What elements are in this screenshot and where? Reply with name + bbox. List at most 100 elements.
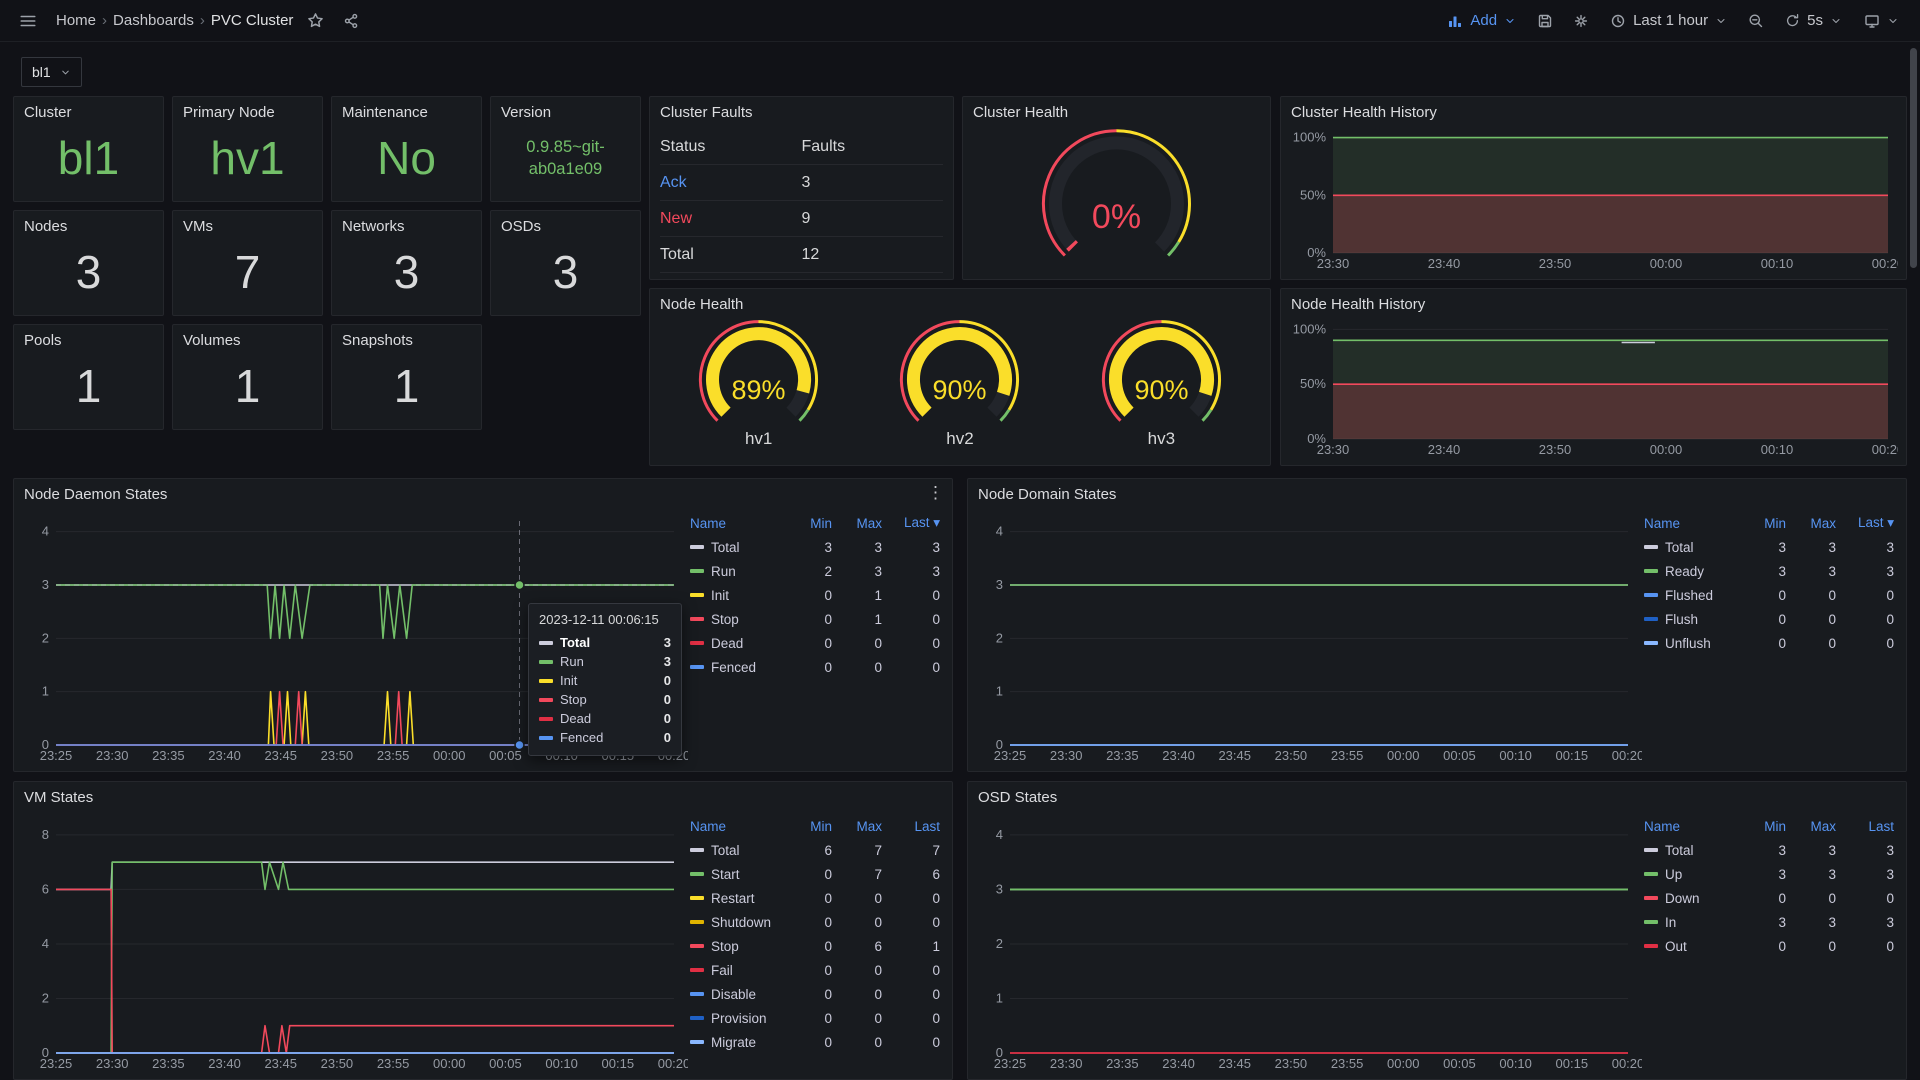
star-icon[interactable] (301, 7, 329, 35)
legend-series[interactable]: Disable000 (690, 982, 944, 1006)
svg-text:00:10: 00:10 (545, 1056, 578, 1071)
add-label: Add (1470, 12, 1497, 29)
panel-title[interactable]: Node Daemon States (24, 486, 167, 503)
legend-series[interactable]: Flushed000 (1644, 583, 1898, 607)
legend-series[interactable]: Stop061 (690, 934, 944, 958)
panel-title[interactable]: Node Health History (1291, 296, 1425, 313)
legend-series[interactable]: Migrate000 (690, 1030, 944, 1054)
svg-text:23:50: 23:50 (1275, 748, 1308, 763)
panel-title[interactable]: OSD States (978, 789, 1057, 806)
panel-vms: VMs 7 (172, 210, 323, 316)
panel-menu-icon[interactable]: ⋮ (927, 483, 944, 503)
legend-series[interactable]: Start076 (690, 862, 944, 886)
legend-series[interactable]: Fail000 (690, 958, 944, 982)
legend-series[interactable]: Flush000 (1644, 607, 1898, 631)
breadcrumb-dashboards[interactable]: Dashboards (113, 12, 194, 29)
legend-series[interactable]: Shutdown000 (690, 910, 944, 934)
svg-text:23:50: 23:50 (1539, 256, 1572, 271)
panel-pools: Pools 1 (13, 324, 164, 430)
gear-icon[interactable] (1567, 7, 1595, 35)
share-icon[interactable] (337, 7, 365, 35)
svg-text:23:30: 23:30 (1050, 1056, 1083, 1071)
legend-series[interactable]: Run233 (690, 559, 944, 583)
dashboard-canvas: bl1 Cluster bl1 Primary Node hv1 Mainten… (0, 0, 1920, 1080)
faults-row: Ack3 (660, 165, 943, 201)
scrollbar[interactable] (1910, 48, 1917, 268)
svg-text:4: 4 (42, 936, 49, 951)
cluster-health-history-chart[interactable]: 0%50%100%23:3023:4023:5000:0000:1000:20 (1289, 125, 1898, 273)
panel-title[interactable]: Node Health (660, 296, 743, 313)
legend-header: NameMinMaxLast ▾ (690, 511, 944, 535)
svg-text:2: 2 (996, 630, 1003, 645)
panel-title[interactable]: Node Domain States (978, 486, 1116, 503)
menu-icon[interactable] (14, 7, 42, 35)
svg-text:23:40: 23:40 (1428, 256, 1461, 271)
save-icon[interactable] (1531, 7, 1559, 35)
breadcrumb-home[interactable]: Home (56, 12, 96, 29)
breadcrumb: Home › Dashboards › PVC Cluster (56, 12, 293, 29)
legend-series[interactable]: Up333 (1644, 862, 1898, 886)
svg-text:50%: 50% (1300, 376, 1326, 391)
variable-selector[interactable]: bl1 (21, 57, 82, 87)
breadcrumb-current[interactable]: PVC Cluster (211, 12, 294, 29)
legend-series[interactable]: Init010 (690, 583, 944, 607)
node-health-history-chart[interactable]: 0%50%100%23:3023:4023:5000:0000:1000:20 (1289, 317, 1898, 459)
svg-text:89%: 89% (731, 375, 785, 405)
clock-icon (1610, 13, 1626, 29)
svg-text:00:05: 00:05 (489, 1056, 522, 1071)
panel-node-health: Node Health 89% hv1 90% hv2 90% hv3 (649, 288, 1271, 466)
top-navbar: Home › Dashboards › PVC Cluster Add (0, 0, 1920, 42)
panel-cluster-health: Cluster Health 0% (962, 96, 1271, 280)
chart-svg: 0246823:2523:3023:3523:4023:4523:5023:55… (20, 816, 688, 1073)
add-dropdown[interactable]: Add (1440, 6, 1523, 36)
svg-text:23:30: 23:30 (96, 1056, 129, 1071)
legend-series[interactable]: Total333 (1644, 838, 1898, 862)
svg-text:23:40: 23:40 (208, 1056, 241, 1071)
svg-text:3: 3 (996, 577, 1003, 592)
legend-series[interactable]: Provision000 (690, 1006, 944, 1030)
chart-tooltip: 2023-12-11 00:06:15Total3Run3Init0Stop0D… (528, 603, 682, 756)
tooltip-row: Fenced0 (539, 728, 671, 747)
legend-series[interactable]: Restart000 (690, 886, 944, 910)
panel-maintenance: Maintenance No (331, 96, 482, 202)
panel-title[interactable]: VM States (24, 789, 93, 806)
legend-series[interactable]: Stop010 (690, 607, 944, 631)
panel-cluster-health-history: Cluster Health History 0%50%100%23:3023:… (1280, 96, 1907, 280)
zoom-out-icon[interactable] (1742, 7, 1770, 35)
time-range-label: Last 1 hour (1633, 12, 1708, 29)
svg-text:50%: 50% (1300, 187, 1326, 202)
svg-text:23:25: 23:25 (40, 748, 73, 763)
svg-text:23:30: 23:30 (1050, 748, 1083, 763)
variable-value: bl1 (32, 64, 51, 80)
refresh-picker[interactable]: 5s (1778, 6, 1849, 36)
view-mode-picker[interactable] (1857, 6, 1906, 36)
time-range-picker[interactable]: Last 1 hour (1603, 6, 1734, 36)
panel-networks: Networks 3 (331, 210, 482, 316)
legend-series[interactable]: Dead000 (690, 631, 944, 655)
legend-series[interactable]: Ready333 (1644, 559, 1898, 583)
node-domain-chart[interactable]: 0123423:2523:3023:3523:4023:4523:5023:55… (974, 513, 1642, 765)
legend-series[interactable]: Fenced000 (690, 655, 944, 679)
osd-states-chart[interactable]: 0123423:2523:3023:3523:4023:4523:5023:55… (974, 816, 1642, 1073)
svg-text:4: 4 (42, 524, 49, 539)
legend-series[interactable]: Total333 (1644, 535, 1898, 559)
legend-series[interactable]: Down000 (1644, 886, 1898, 910)
legend-series[interactable]: Out000 (1644, 934, 1898, 958)
legend-series[interactable]: Unflush000 (1644, 631, 1898, 655)
gauge-svg: 0% (971, 125, 1262, 271)
panel-title[interactable]: Cluster Health (973, 104, 1068, 121)
svg-text:100%: 100% (1293, 130, 1327, 145)
svg-text:23:45: 23:45 (264, 1056, 297, 1071)
svg-text:90%: 90% (933, 375, 987, 405)
legend-series[interactable]: Total333 (690, 535, 944, 559)
gauge-cell-hv3: 90% hv3 (1061, 317, 1262, 459)
stat-value: 3 (491, 233, 640, 311)
faults-table: StatusFaultsAck3New9Total12 (660, 129, 943, 273)
legend-series[interactable]: Total677 (690, 838, 944, 862)
tooltip-row: Run3 (539, 652, 671, 671)
panel-title[interactable]: Cluster Faults (660, 104, 753, 121)
vm-states-chart[interactable]: 0246823:2523:3023:3523:4023:4523:5023:55… (20, 816, 688, 1073)
legend-series[interactable]: In333 (1644, 910, 1898, 934)
stat-value: 7 (173, 233, 322, 311)
panel-title[interactable]: Cluster Health History (1291, 104, 1437, 121)
